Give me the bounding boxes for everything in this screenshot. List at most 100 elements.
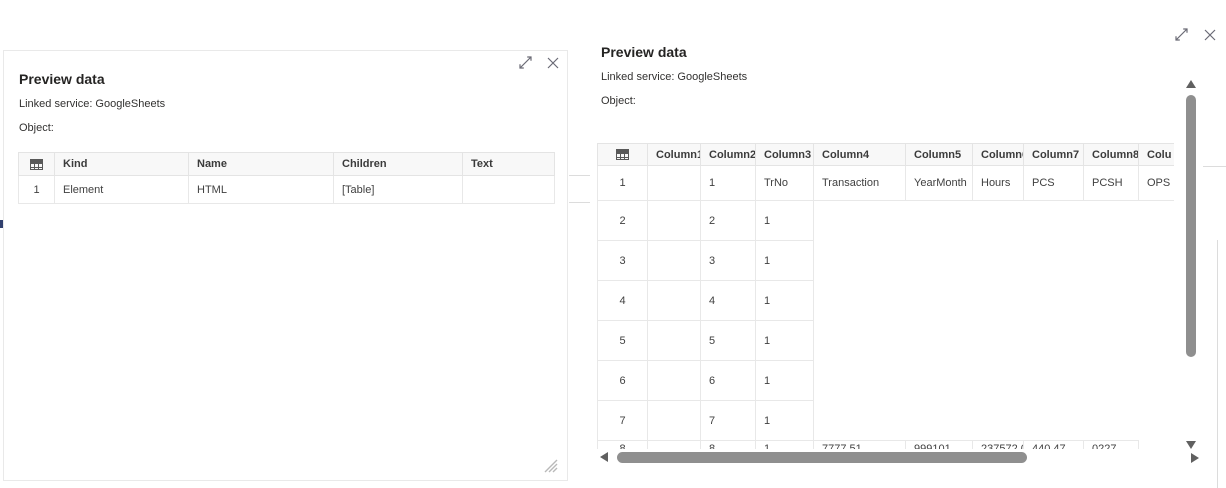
column-header: Kind	[54, 152, 189, 176]
table-cell: 0227	[1083, 440, 1139, 449]
table-row: 441	[597, 280, 1175, 321]
vertical-scrollbar-thumb[interactable]	[1186, 95, 1196, 357]
expand-icon[interactable]	[1175, 28, 1188, 41]
scroll-down-arrow-icon[interactable]	[1186, 441, 1196, 449]
table-cell: OPS	[1138, 165, 1174, 201]
background-divider	[1203, 166, 1226, 167]
table-cell: TrNo	[755, 165, 814, 201]
screen: Preview data Linked service: GoogleSheet…	[0, 0, 1226, 488]
dialog-title: Preview data	[19, 71, 105, 87]
table-cell: Element	[54, 175, 189, 204]
table-cell: 7	[700, 400, 756, 441]
table-cell: PCSH	[1083, 165, 1139, 201]
preview-table-container: Column1 Column2 Column3 Column4 Column5 Colum…	[597, 143, 1174, 449]
table-row: 1 1 TrNo Transaction YearMonth Hours PCS PCSH OP…	[597, 165, 1174, 201]
table-cell: 1	[755, 440, 814, 449]
table-row: 771	[597, 400, 1175, 441]
table-cell: 1	[755, 200, 814, 241]
table-cell	[647, 320, 701, 361]
table-row: 1 Element HTML [Table]	[18, 175, 555, 204]
column-header: Column3	[755, 143, 814, 166]
table-grid-icon	[30, 158, 43, 170]
table-cell	[647, 165, 701, 201]
preview-table: Column1 Column2 Column3 Column4 Column5 Colum…	[597, 143, 1174, 449]
header-row: Kind Name Children Text	[18, 152, 555, 176]
table-cell	[647, 360, 701, 401]
close-icon[interactable]	[547, 57, 559, 69]
column-header: Column7	[1023, 143, 1084, 166]
resize-grip-icon[interactable]	[544, 459, 558, 473]
column-header: Colu	[1138, 143, 1174, 166]
column-header: Column2	[700, 143, 756, 166]
background-divider	[1217, 240, 1218, 488]
dialog-title: Preview data	[601, 44, 687, 60]
table-cell: 6	[700, 360, 756, 401]
table-row: 331	[597, 240, 1175, 281]
table-cell	[462, 175, 555, 204]
table-cell	[647, 440, 701, 449]
table-grid-icon	[616, 149, 629, 161]
table-cell: 8	[700, 440, 756, 449]
expand-icon[interactable]	[519, 56, 532, 69]
scroll-right-arrow-icon[interactable]	[1191, 453, 1199, 463]
preview-data-dialog-left: Preview data Linked service: GoogleSheet…	[3, 50, 568, 481]
table-row: 221	[597, 200, 1175, 241]
right-dialog-icons	[1175, 28, 1216, 41]
background-divider	[569, 175, 590, 176]
column-header: Column1	[647, 143, 701, 166]
table-cell: 1	[755, 240, 814, 281]
column-header: Column5	[905, 143, 973, 166]
table-cell: Hours	[972, 165, 1024, 201]
table-cell: 237572.03	[972, 440, 1024, 449]
table-row: 8817777.51999101237572.03440.470227	[597, 440, 1175, 449]
column-header: Text	[462, 152, 555, 176]
table-cell: PCS	[1023, 165, 1084, 201]
row-index-cell: 1	[18, 175, 55, 204]
row-index-cell: 8	[597, 440, 648, 449]
table-cell: 1	[700, 165, 756, 201]
close-icon[interactable]	[1204, 29, 1216, 41]
column-header: Column6	[972, 143, 1024, 166]
column-header: Column4	[813, 143, 906, 166]
table-cell: 1	[755, 400, 814, 441]
linked-service-label: Linked service: GoogleSheets	[601, 71, 748, 83]
preview-table: Kind Name Children Text 1 Element HTML [Table]	[18, 152, 555, 204]
horizontal-scrollbar-thumb[interactable]	[617, 452, 1027, 463]
row-index-header	[18, 152, 55, 176]
scroll-left-arrow-icon[interactable]	[600, 452, 608, 462]
row-index-cell: 6	[597, 360, 648, 401]
table-cell: [Table]	[333, 175, 463, 204]
table-cell: HTML	[188, 175, 334, 204]
row-index-cell: 2	[597, 200, 648, 241]
column-header: Column8	[1083, 143, 1139, 166]
row-index-cell: 1	[597, 165, 648, 201]
table-cell: 1	[755, 280, 814, 321]
object-label: Object:	[19, 122, 54, 134]
table-cell	[647, 240, 701, 281]
table-cell: 4	[700, 280, 756, 321]
preview-table-container: Kind Name Children Text 1 Element HTML [Table]	[18, 152, 555, 204]
table-cell: 2	[700, 200, 756, 241]
object-label: Object:	[601, 95, 636, 107]
table-row: 551	[597, 320, 1175, 361]
row-index-header	[597, 143, 648, 166]
table-cell: 999101	[905, 440, 973, 449]
table-cell: YearMonth	[905, 165, 973, 201]
table-row: 661	[597, 360, 1175, 401]
table-cell	[647, 280, 701, 321]
table-cell	[647, 200, 701, 241]
row-index-cell: 4	[597, 280, 648, 321]
row-index-cell: 3	[597, 240, 648, 281]
table-cell	[647, 400, 701, 441]
header-row: Column1 Column2 Column3 Column4 Column5 Colum…	[597, 143, 1174, 166]
row-index-cell: 7	[597, 400, 648, 441]
table-cell: 440.47	[1023, 440, 1084, 449]
background-divider	[569, 202, 590, 203]
table-cell: 7777.51	[813, 440, 906, 449]
table-cell: 3	[700, 240, 756, 281]
table-cell: 5	[700, 320, 756, 361]
linked-service-label: Linked service: GoogleSheets	[19, 98, 166, 110]
scroll-up-arrow-icon[interactable]	[1186, 80, 1196, 88]
row-index-cell: 5	[597, 320, 648, 361]
column-header: Children	[333, 152, 463, 176]
